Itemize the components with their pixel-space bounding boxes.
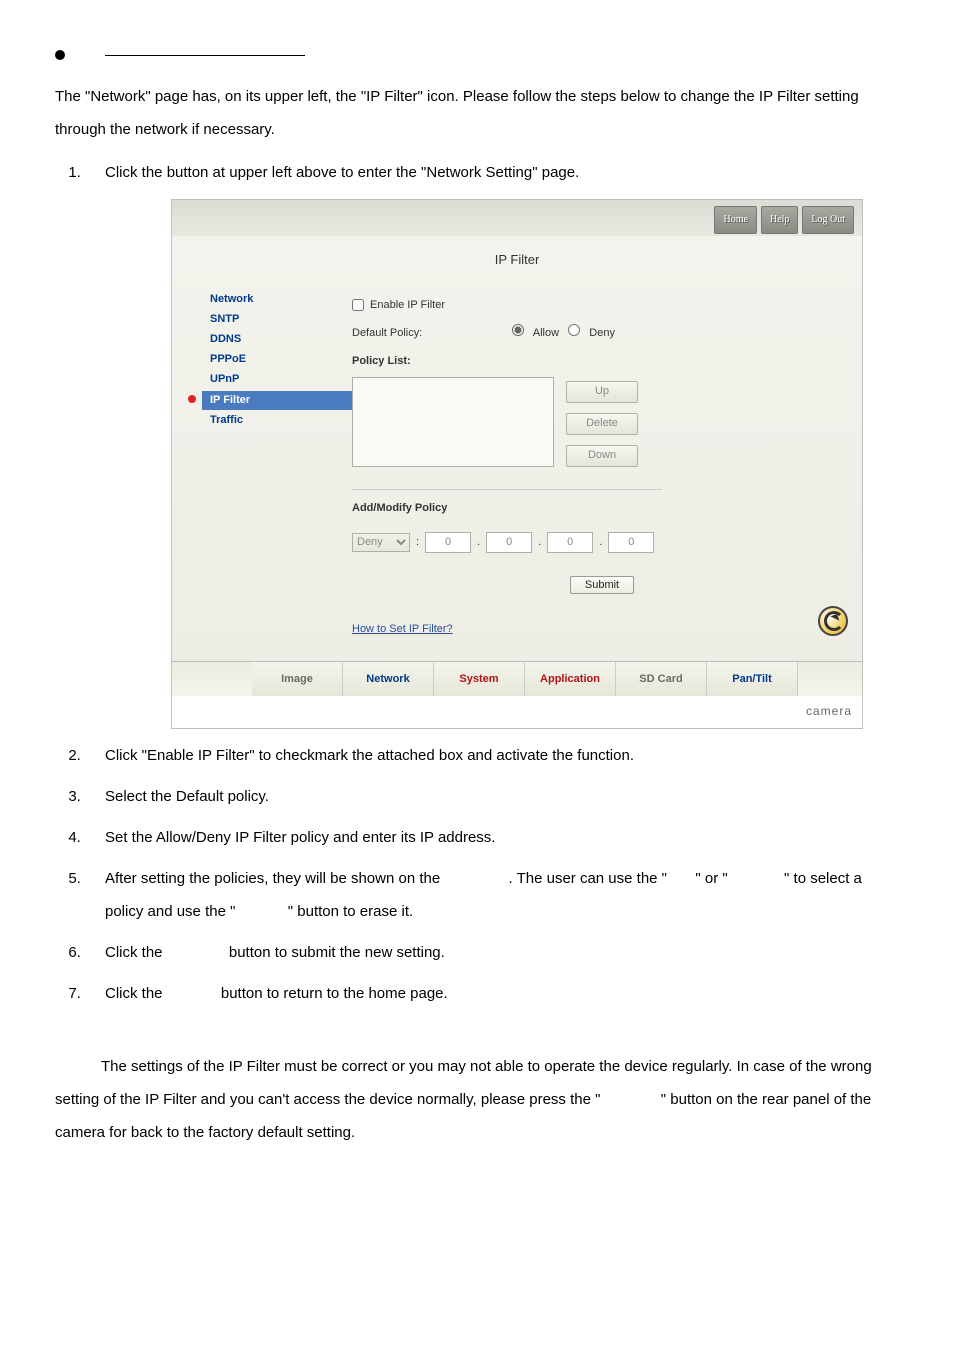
delete-button[interactable]: Delete xyxy=(566,413,638,435)
step-5e: " button to erase it. xyxy=(288,903,413,920)
ip-octet-4[interactable] xyxy=(608,532,654,553)
step-5c: " or " xyxy=(695,870,727,887)
heading-underline xyxy=(105,54,305,56)
step-1: Click the button at upper left above to … xyxy=(85,156,899,729)
refresh-icon[interactable] xyxy=(818,606,848,636)
sidebar-item-traffic[interactable]: Traffic xyxy=(202,411,352,430)
policy-list-box[interactable] xyxy=(352,377,554,467)
intro-paragraph: The "Network" page has, on its upper lef… xyxy=(55,80,899,146)
policy-list-label: Policy List: xyxy=(352,349,411,373)
camera-label: camera xyxy=(172,696,862,728)
step-1b: button at upper left above to enter the … xyxy=(167,164,580,181)
ip-octet-1[interactable] xyxy=(425,532,471,553)
step-7a: Click the xyxy=(105,985,167,1002)
deny-radio[interactable] xyxy=(568,324,580,336)
dot-icon: . xyxy=(538,530,541,554)
note-paragraph: The settings of the IP Filter must be co… xyxy=(55,1050,899,1149)
logout-button[interactable]: Log Out xyxy=(802,206,854,234)
deny-label: Deny xyxy=(589,327,615,339)
step-3: Select the Default policy. xyxy=(85,780,899,813)
step-2: Click "Enable IP Filter" to checkmark th… xyxy=(85,739,899,772)
sidebar-item-sntp[interactable]: SNTP xyxy=(202,310,352,329)
tab-sdcard[interactable]: SD Card xyxy=(616,662,707,696)
step-5: After setting the policies, they will be… xyxy=(85,862,899,928)
up-button[interactable]: Up xyxy=(566,381,638,403)
tab-pantilt[interactable]: Pan/Tilt xyxy=(707,662,798,696)
default-policy-label: Default Policy: xyxy=(352,321,422,345)
sidebar-item-network[interactable]: Network xyxy=(202,290,352,309)
step-1a: Click the xyxy=(105,164,167,181)
bullet-icon xyxy=(55,50,65,60)
step-5a: After setting the policies, they will be… xyxy=(105,870,444,887)
step-7b: button to return to the home page. xyxy=(221,985,448,1002)
dot-icon: . xyxy=(599,530,602,554)
home-button[interactable]: Home xyxy=(714,206,756,234)
sidebar-item-pppoe[interactable]: PPPoE xyxy=(202,350,352,369)
allow-label: Allow xyxy=(533,327,559,339)
allow-radio[interactable] xyxy=(512,324,524,336)
tab-image[interactable]: Image xyxy=(252,662,343,696)
step-5b: . The user can use the " xyxy=(509,870,667,887)
screenshot-topbar: Home Help Log Out xyxy=(172,200,862,236)
step-4: Set the Allow/Deny IP Filter policy and … xyxy=(85,821,899,854)
how-to-link[interactable]: How to Set IP Filter? xyxy=(352,623,453,635)
dot-icon: . xyxy=(477,530,480,554)
enable-ipfilter-label: Enable IP Filter xyxy=(370,293,445,317)
divider xyxy=(352,489,662,490)
help-button[interactable]: Help xyxy=(761,206,798,234)
tab-system[interactable]: System xyxy=(434,662,525,696)
ip-octet-3[interactable] xyxy=(547,532,593,553)
sidebar: Network SNTP DDNS PPPoE UPnP IP Filter T… xyxy=(202,283,352,651)
screenshot-panel: Home Help Log Out IP Filter Network SNTP… xyxy=(171,199,863,729)
sidebar-item-ddns[interactable]: DDNS xyxy=(202,330,352,349)
colon: : xyxy=(416,530,419,554)
enable-ipfilter-checkbox[interactable] xyxy=(352,299,364,311)
page-title: IP Filter xyxy=(172,236,862,283)
step-7: Click the button to return to the home p… xyxy=(85,977,899,1010)
tab-application[interactable]: Application xyxy=(525,662,616,696)
tab-network[interactable]: Network xyxy=(343,662,434,696)
submit-button[interactable]: Submit xyxy=(570,576,634,594)
step-6b: button to submit the new setting. xyxy=(229,944,445,961)
step-6a: Click the xyxy=(105,944,167,961)
bottom-tabs: Image Network System Application SD Card… xyxy=(172,661,862,696)
policy-action-select[interactable]: Deny xyxy=(352,533,410,552)
sidebar-item-upnp[interactable]: UPnP xyxy=(202,370,352,389)
step-6: Click the button to submit the new setti… xyxy=(85,936,899,969)
ip-octet-2[interactable] xyxy=(486,532,532,553)
down-button[interactable]: Down xyxy=(566,445,638,467)
add-modify-label: Add/Modify Policy xyxy=(352,496,447,520)
sidebar-item-ipfilter[interactable]: IP Filter xyxy=(202,391,352,410)
